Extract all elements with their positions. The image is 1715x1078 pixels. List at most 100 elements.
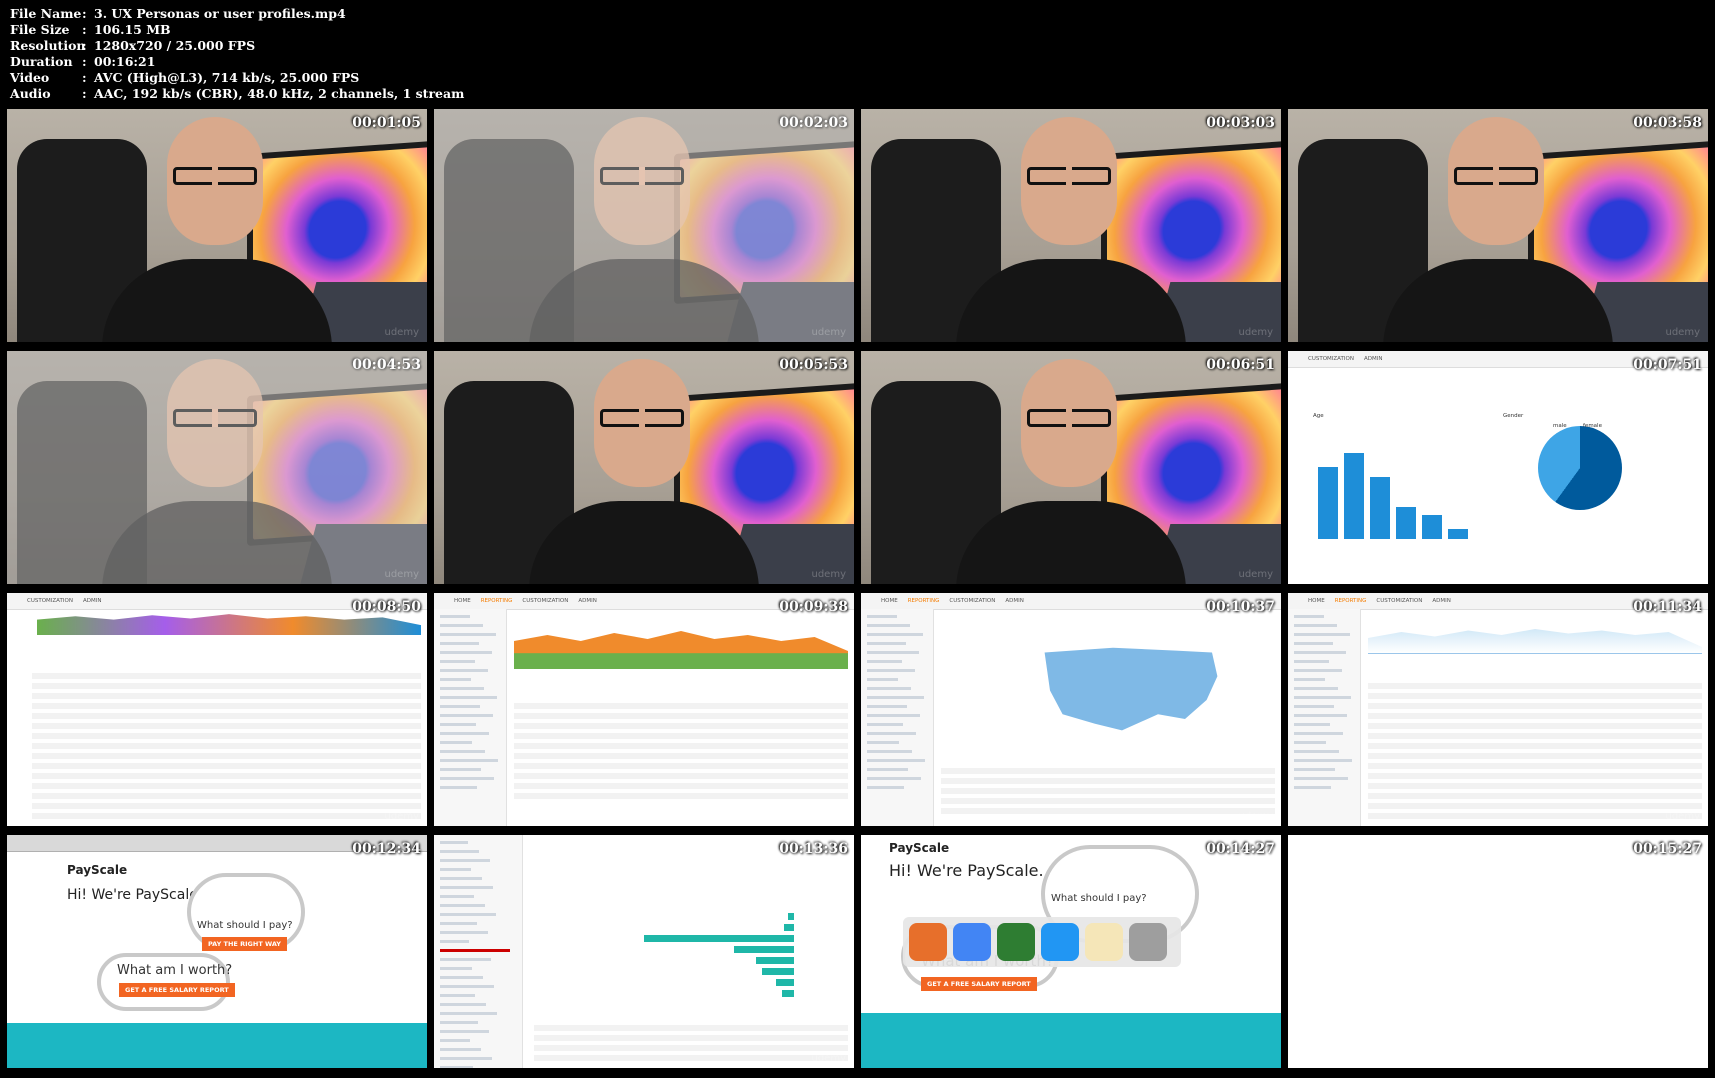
sidebar-item[interactable] — [440, 732, 489, 735]
free-salary-report-button[interactable]: GET A FREE SALARY REPORT — [921, 977, 1037, 991]
tab-admin[interactable]: ADMIN — [1005, 598, 1023, 604]
camtasia-icon[interactable] — [997, 923, 1035, 961]
tab-home[interactable]: HOME — [1308, 598, 1325, 604]
sidebar-item[interactable] — [440, 985, 494, 988]
video-thumbnail[interactable]: HOME REPORTING CUSTOMIZATION ADMIN udemy 00:1… — [861, 593, 1281, 826]
sidebar-item[interactable] — [1294, 687, 1338, 690]
video-thumbnail[interactable]: udemy 00:05:53 — [434, 351, 854, 584]
sidebar-item[interactable] — [440, 651, 492, 654]
sidebar-item[interactable] — [1294, 777, 1348, 780]
sidebar-item[interactable] — [440, 976, 483, 979]
sidebar-item[interactable] — [1294, 732, 1343, 735]
sidebar-item[interactable] — [440, 841, 468, 844]
tab-customization[interactable]: CUSTOMIZATION — [27, 598, 73, 604]
tab-admin[interactable]: ADMIN — [578, 598, 596, 604]
sidebar-item[interactable] — [867, 615, 897, 618]
sidebar-item[interactable] — [440, 624, 483, 627]
sidebar-item[interactable] — [440, 868, 471, 871]
sidebar-item[interactable] — [867, 723, 903, 726]
video-thumbnail[interactable]: udemy 00:03:58 — [1288, 109, 1708, 342]
sidebar-item[interactable] — [440, 931, 488, 934]
sidebar-item[interactable] — [867, 741, 899, 744]
sidebar-item[interactable] — [440, 1039, 470, 1042]
sidebar-item[interactable] — [1294, 750, 1339, 753]
sidebar-item[interactable] — [440, 741, 472, 744]
sidebar-item[interactable] — [1294, 741, 1326, 744]
age-bar[interactable] — [1396, 507, 1416, 539]
tab-admin[interactable]: ADMIN — [1364, 356, 1382, 362]
sidebar-item[interactable] — [440, 895, 474, 898]
sidebar-item[interactable] — [440, 1021, 478, 1024]
video-thumbnail[interactable]: udemy 00:13:36 — [434, 835, 854, 1068]
sidebar-item[interactable] — [440, 777, 494, 780]
sidebar-item[interactable] — [1294, 714, 1347, 717]
sidebar-item[interactable] — [867, 696, 924, 699]
gender-pie-chart[interactable] — [1538, 426, 1622, 510]
sidebar-item[interactable] — [440, 886, 493, 889]
sidebar-item[interactable] — [440, 1057, 492, 1060]
video-thumbnail[interactable]: HOME REPORTING CUSTOMIZATION ADMIN udemy 00:0… — [434, 593, 854, 826]
video-thumbnail[interactable]: udemy 00:01:05 — [7, 109, 427, 342]
sidebar-item[interactable] — [440, 642, 479, 645]
sidebar-item[interactable] — [440, 723, 476, 726]
age-bar[interactable] — [1318, 467, 1338, 539]
calculator-icon[interactable] — [1129, 923, 1167, 961]
tab-home[interactable]: HOME — [881, 598, 898, 604]
sidebar-item[interactable] — [1294, 768, 1335, 771]
free-salary-report-button[interactable]: GET A FREE SALARY REPORT — [119, 983, 235, 997]
sidebar-item[interactable] — [440, 949, 510, 952]
age-bar[interactable] — [1370, 477, 1390, 539]
tab-customization[interactable]: CUSTOMIZATION — [1376, 598, 1422, 604]
video-thumbnail[interactable]: udemy 00:06:51 — [861, 351, 1281, 584]
sidebar-item[interactable] — [440, 714, 493, 717]
video-thumbnail[interactable]: udemy 00:03:03 — [861, 109, 1281, 342]
sidebar-item[interactable] — [1294, 678, 1325, 681]
textedit-icon[interactable] — [1085, 923, 1123, 961]
tab-customization[interactable]: CUSTOMIZATION — [949, 598, 995, 604]
sidebar-item[interactable] — [867, 786, 904, 789]
sidebar-item[interactable] — [867, 633, 923, 636]
payscale-logo[interactable]: PayScale — [67, 863, 127, 877]
sidebar-item[interactable] — [440, 678, 471, 681]
sidebar-item[interactable] — [1294, 786, 1331, 789]
sidebar-item[interactable] — [867, 678, 898, 681]
sidebar-item[interactable] — [440, 967, 472, 970]
sidebar-item[interactable] — [440, 913, 496, 916]
sidebar-item[interactable] — [867, 714, 920, 717]
age-bar[interactable] — [1422, 515, 1442, 539]
sidebar-item[interactable] — [440, 1048, 481, 1051]
sidebar-item[interactable] — [1294, 660, 1329, 663]
sidebar-item[interactable] — [440, 1003, 486, 1006]
sidebar-item[interactable] — [1294, 615, 1324, 618]
sidebar-item[interactable] — [867, 750, 912, 753]
sidebar-item[interactable] — [440, 1030, 489, 1033]
tab-home[interactable]: HOME — [454, 598, 471, 604]
tab-reporting[interactable]: REPORTING — [908, 598, 940, 604]
sidebar-item[interactable] — [440, 859, 490, 862]
sidebar-item[interactable] — [440, 750, 485, 753]
video-thumbnail[interactable]: 00:15:27 — [1288, 835, 1708, 1068]
video-thumbnail[interactable]: CUSTOMIZATION ADMIN Age Gender male female ude… — [1288, 351, 1708, 584]
sidebar-item[interactable] — [1294, 669, 1342, 672]
sidebar-item[interactable] — [440, 1012, 497, 1015]
us-map[interactable] — [1044, 647, 1218, 731]
sidebar-item[interactable] — [440, 768, 481, 771]
video-thumbnail[interactable]: udemy 00:04:53 — [7, 351, 427, 584]
sidebar-item[interactable] — [440, 660, 475, 663]
sidebar-item[interactable] — [867, 651, 919, 654]
sidebar-item[interactable] — [440, 786, 477, 789]
sidebar-item[interactable] — [440, 669, 488, 672]
video-thumbnail[interactable]: CUSTOMIZATION ADMIN udemy 00:08:50 — [7, 593, 427, 826]
payscale-logo[interactable]: PayScale — [889, 841, 949, 855]
sidebar-item[interactable] — [867, 777, 921, 780]
finder-icon[interactable] — [1041, 923, 1079, 961]
chrome-icon[interactable] — [953, 923, 991, 961]
sidebar-item[interactable] — [1294, 651, 1346, 654]
sidebar-item[interactable] — [440, 1066, 473, 1068]
sidebar-item[interactable] — [440, 705, 480, 708]
sidebar-item[interactable] — [440, 922, 477, 925]
video-thumbnail[interactable]: PayScale Hi! We're PayScale. What should… — [861, 835, 1281, 1068]
tab-reporting[interactable]: REPORTING — [1335, 598, 1367, 604]
sidebar-item[interactable] — [867, 624, 910, 627]
sidebar-item[interactable] — [867, 642, 906, 645]
